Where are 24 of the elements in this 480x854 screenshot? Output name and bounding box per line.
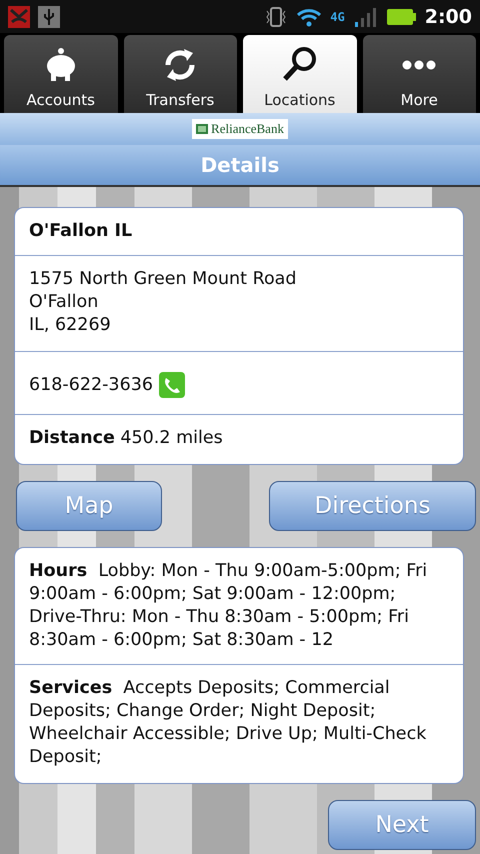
usb-icon [38,6,60,28]
tab[interactable]: More [362,35,476,113]
distance-label: Distance [29,428,115,448]
distance-value: 450.2 miles [120,428,223,448]
vibrate-icon [264,6,288,28]
tab[interactable]: Locations [243,35,356,113]
phone-icon[interactable] [158,372,185,398]
address-line: 1575 North Green Mount Road [29,268,298,291]
missed-call-icon [8,6,30,28]
location-name: O'Fallon IL [29,221,132,241]
phone-number[interactable]: 618-622-3636 [29,374,153,396]
wifi-icon [296,6,322,26]
address-line: O'Fallon [29,291,100,314]
clock-time: 2:00 [424,6,472,28]
address-line: IL, 62269 [29,314,112,337]
signal-icon [352,6,379,28]
tab[interactable]: Accounts [4,35,118,113]
hours-info: Hours Lobby: Mon - Thu 9:00am-5:00pm; Fri 9:00am - 6:00pm; Sat 9:00am - 12:00pm; Drive-Thru: Mon - Thu 8:30am - 5:00pm; Fri 8:30am - 6:00pm; Sat 8:30am - 12 [29,560,428,652]
bank-logo: RelianceBank [192,119,288,139]
services-info: Services Accepts Deposits; Commercial Deposits; Change Order; Night Deposit; Wheelchair Accessible; Drive Up; Multi-Check Deposit; [29,677,428,769]
network-label: 4G [330,10,345,24]
page-title: Details [200,153,280,177]
battery-icon [386,8,417,26]
tab[interactable]: Transfers [124,35,237,113]
